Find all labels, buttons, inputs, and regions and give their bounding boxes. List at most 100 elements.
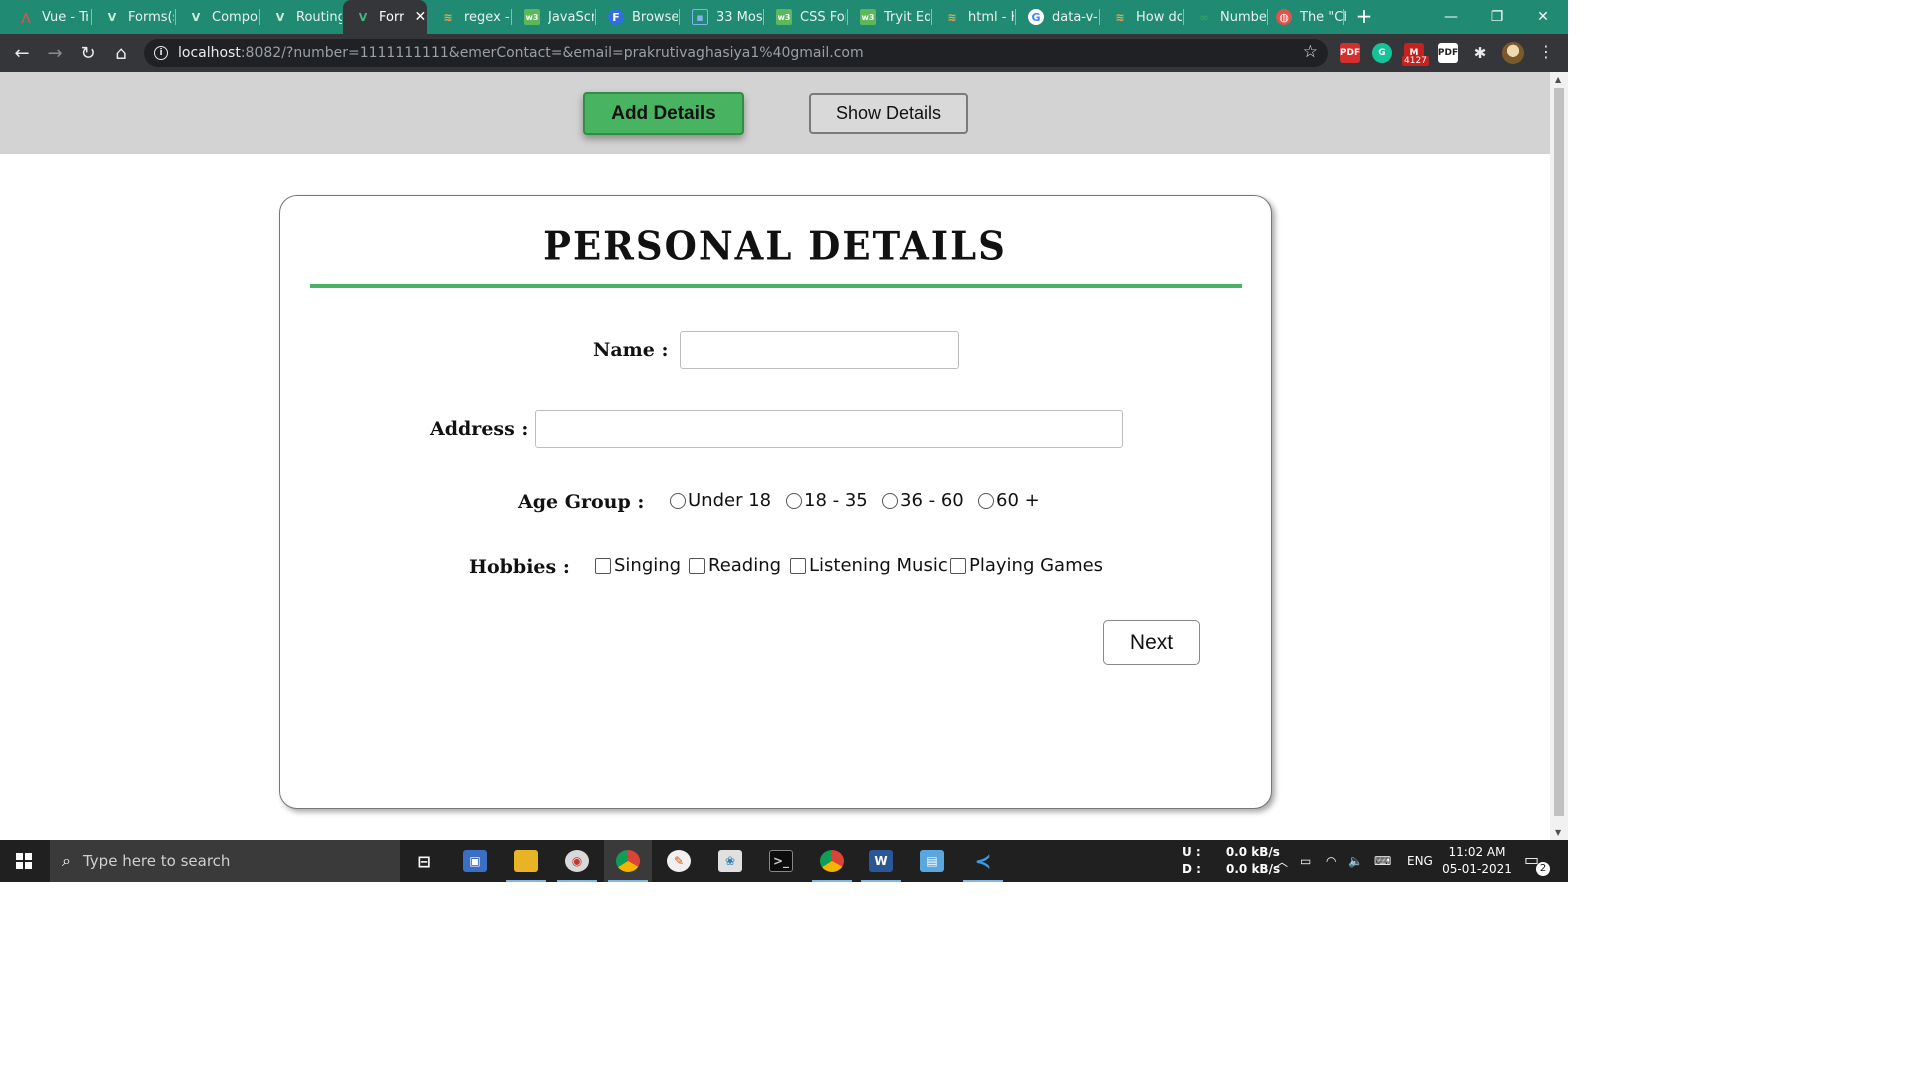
task-view-button[interactable]: ⊟ [400,840,448,882]
tab-form-active[interactable]: V Forr ✕ [343,0,427,34]
hobby-checkbox[interactable] [790,557,806,574]
tab-browse[interactable]: F Browse [596,0,678,34]
vue-logo-icon: V [107,10,117,24]
hobby-option-label: Listening Music [809,555,948,576]
chevron-up-icon: ︿ [1276,854,1289,869]
taskbar-clock[interactable]: 11:02 AM 05-01-2021 [1440,844,1514,878]
hobby-option-playing-games[interactable]: Playing Games [950,555,1103,576]
pdf-converter-icon[interactable]: PDF [1438,43,1458,63]
tab-regex[interactable]: ≋ regex - [428,0,510,34]
tab-html[interactable]: ≋ html - H [932,0,1014,34]
tab-number[interactable]: ∞ Numbe [1184,0,1266,34]
volume-icon[interactable]: 🔈 [1348,840,1363,882]
grammarly-icon[interactable]: G [1372,43,1392,63]
start-button[interactable] [0,840,48,882]
restore-button[interactable]: ❐ [1474,0,1520,34]
hobby-option-singing[interactable]: Singing [595,555,681,576]
taskbar-app-terminal[interactable]: >_ [757,840,805,882]
add-details-button[interactable]: Add Details [583,92,744,135]
taskbar-app-paint-3d[interactable]: ❀ [706,840,754,882]
tab-data-v[interactable]: G data-v- [1016,0,1098,34]
menu-kebab-icon[interactable]: ⋮ [1538,42,1554,61]
tab-tryit-editor[interactable]: w3 Tryit Ed [848,0,930,34]
hobby-checkbox[interactable] [689,557,705,574]
taskbar-search-box[interactable]: ⌕ Type here to search [50,840,400,882]
forward-icon[interactable]: → [42,40,68,66]
title-divider [310,284,1242,288]
close-window-button[interactable]: ✕ [1520,0,1566,34]
media-player-icon: ◉ [565,850,589,872]
taskbar-app-paint[interactable]: ✎ [655,840,703,882]
minimize-button[interactable]: — [1428,0,1474,34]
tab-33-most[interactable]: ▪ 33 Mos [680,0,762,34]
tab-routing[interactable]: V Routing [260,0,342,34]
tab-javascript[interactable]: w3 JavaScr [512,0,594,34]
address-bar[interactable]: i localhost:8082/?number=1111111111&emer… [144,39,1328,67]
age-radio[interactable] [978,492,994,509]
task-view-icon: ⊟ [417,851,431,871]
browser-tab-strip: ⋀ Vue - Tr V Forms(s V Compo V Routing V… [0,0,1568,34]
clock-date: 05-01-2021 [1442,862,1512,876]
url-text[interactable]: localhost:8082/?number=1111111111&emerCo… [178,45,864,61]
stackoverflow-icon: ≋ [443,10,453,24]
taskbar-app-file-explorer[interactable] [502,840,550,882]
tab-the-ch[interactable]: ◍ The "Ch [1264,0,1346,34]
bookmark-star-icon[interactable]: ☆ [1303,42,1318,62]
age-radio[interactable] [786,492,802,509]
tab-vue-tr[interactable]: ⋀ Vue - Tr [6,0,88,34]
hobby-option-reading[interactable]: Reading [689,555,781,576]
hobby-checkbox[interactable] [595,557,611,574]
language-indicator[interactable]: ENG [1407,840,1433,882]
show-hidden-icons-button[interactable]: ︿ [1276,840,1288,882]
page-scrollbar[interactable]: ▲ ▼ [1550,72,1568,840]
show-details-button[interactable]: Show Details [809,93,968,134]
taskbar-app-chrome[interactable] [604,840,652,882]
site-info-icon[interactable]: i [154,46,168,60]
wifi-icon[interactable]: ◠ [1326,840,1336,882]
search-icon: ⌕ [62,851,71,870]
vue-logo-icon: ⋀ [21,10,31,24]
vue-logo-icon: V [275,10,285,24]
tab-css-forms[interactable]: w3 CSS For [764,0,846,34]
profile-avatar[interactable] [1502,42,1524,64]
name-input[interactable] [680,331,959,369]
pdf-extension-icon[interactable]: PDF [1340,43,1360,63]
tab-forms[interactable]: V Forms(s [92,0,174,34]
taskbar-app-control-panel[interactable]: ▤ [908,840,956,882]
taskbar-app-vscode[interactable]: ≺ [959,840,1007,882]
back-icon[interactable]: ← [9,40,35,66]
globe-logo-icon: ◍ [1276,9,1292,25]
link-logo-icon: ∞ [1199,10,1209,24]
next-button[interactable]: Next [1103,620,1200,665]
age-radio[interactable] [882,492,898,509]
taskbar-app-word[interactable]: W [857,840,905,882]
tab-components[interactable]: V Compo [176,0,258,34]
address-input[interactable] [535,410,1123,448]
age-option-under-18[interactable]: Under 18 [670,490,771,511]
vue-logo-icon: V [358,10,368,24]
upload-value: 0.0 kB/s [1225,845,1280,859]
keyboard-icon[interactable]: ⌨ [1374,840,1391,882]
tab-how-do[interactable]: ≋ How do [1100,0,1182,34]
extensions-puzzle-icon[interactable]: ✱ [1470,43,1490,63]
hobby-option-listening-music[interactable]: Listening Music [790,555,948,576]
taskbar-app-media[interactable]: ◉ [553,840,601,882]
scroll-down-icon[interactable]: ▼ [1555,828,1561,837]
age-radio[interactable] [670,492,686,509]
age-option-18-35[interactable]: 18 - 35 [786,490,868,511]
home-icon[interactable]: ⌂ [108,40,134,66]
hobby-checkbox[interactable] [950,557,966,574]
scroll-up-icon[interactable]: ▲ [1555,75,1561,84]
scrollbar-thumb[interactable] [1554,88,1564,816]
google-icon: G [1028,9,1044,25]
hobby-option-label: Reading [708,555,782,576]
taskbar-app-pc[interactable]: ▣ [451,840,499,882]
download-value: 0.0 kB/s [1226,862,1281,876]
battery-icon[interactable]: ▭ [1300,840,1311,882]
age-option-60-plus[interactable]: 60 + [978,490,1040,511]
new-tab-button[interactable]: + [1352,5,1376,29]
taskbar-app-chrome-2[interactable] [808,840,856,882]
reload-icon[interactable]: ↻ [75,40,101,66]
age-option-36-60[interactable]: 36 - 60 [882,490,964,511]
close-tab-icon[interactable]: ✕ [414,9,426,25]
